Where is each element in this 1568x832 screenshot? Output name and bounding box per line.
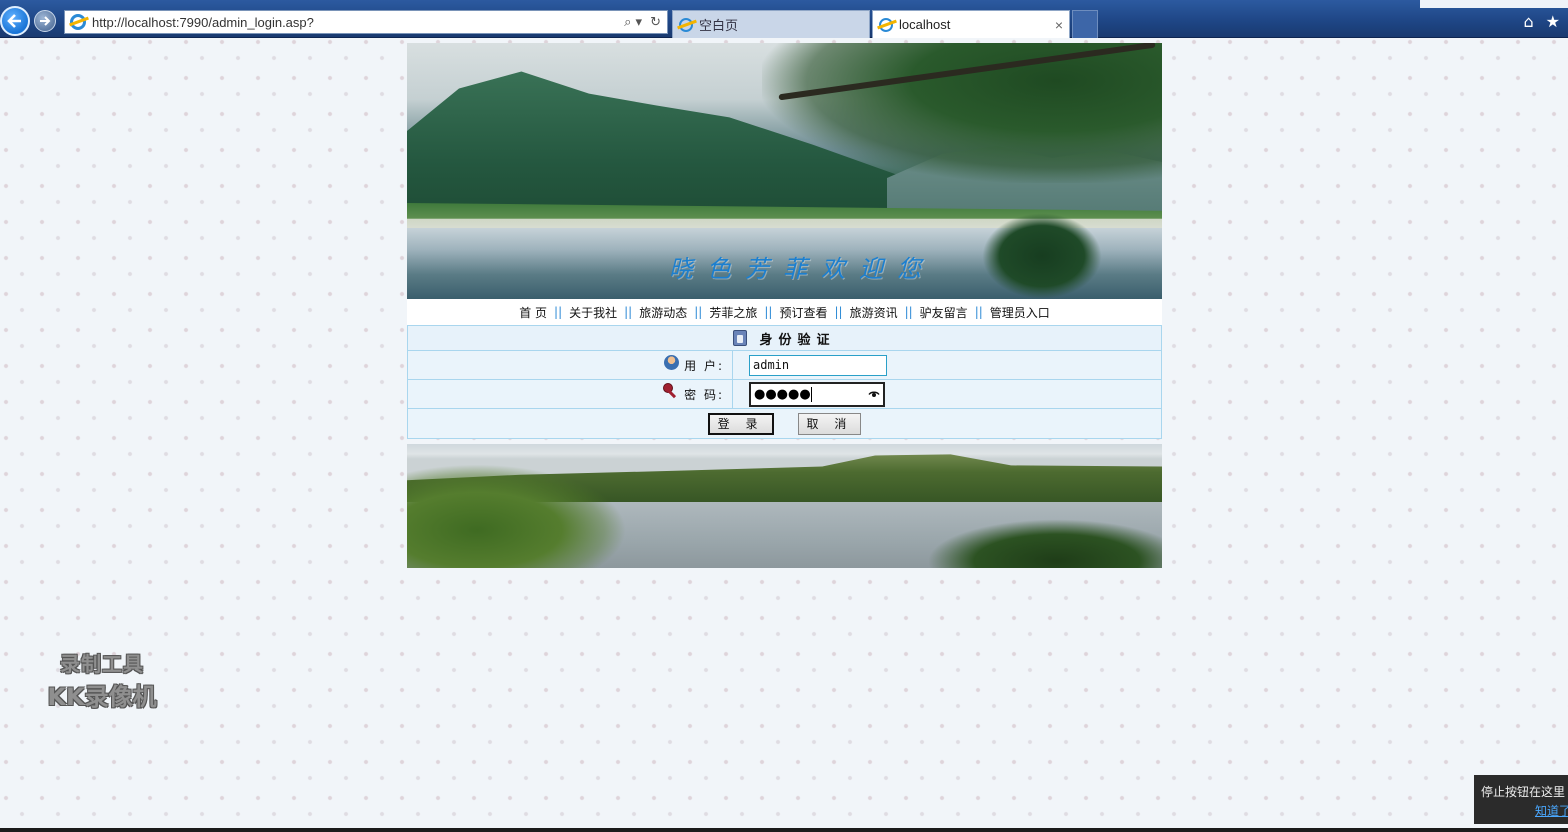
login-title-row: 身份验证: [408, 326, 1161, 350]
nav-guestbook[interactable]: 驴友留言: [916, 304, 972, 321]
tab-label: localhost: [899, 17, 951, 32]
nav-travel-news[interactable]: 旅游动态: [635, 304, 691, 321]
password-row: 密 码: ●●●●●: [408, 379, 1161, 408]
ie-page-icon: [70, 14, 86, 30]
cancel-button[interactable]: 取 消: [797, 412, 862, 435]
refresh-icon[interactable]: ↻: [650, 15, 661, 30]
nav-separator: ||: [904, 305, 913, 319]
home-icon[interactable]: ⌂: [1524, 12, 1534, 31]
notification-chip: [1420, 0, 1568, 8]
username-label: 用 户:: [684, 358, 724, 373]
password-label: 密 码:: [684, 387, 724, 402]
user-icon: [664, 354, 680, 370]
key-icon: [663, 383, 679, 399]
button-row: 登 录 取 消: [408, 408, 1161, 438]
tab-localhost[interactable]: localhost ×: [872, 10, 1070, 38]
nav-about[interactable]: 关于我社: [565, 304, 621, 321]
nav-booking-view[interactable]: 预订查看: [775, 304, 831, 321]
arrow-right-icon: [40, 16, 51, 26]
watermark-line-1: 录制工具: [60, 652, 144, 676]
nav-separator: ||: [834, 305, 843, 319]
ie-tab-icon: [679, 17, 693, 32]
nav-separator: ||: [764, 305, 773, 319]
text-caret: [810, 386, 812, 402]
nav-admin-entry[interactable]: 管理员入口: [986, 304, 1054, 321]
tab-blank-page[interactable]: 空白页: [672, 10, 870, 38]
back-button[interactable]: [0, 6, 30, 36]
page-container: 晓色芳菲欢迎您 首 页 || 关于我社 || 旅游动态 || 芳菲之旅 || 预…: [407, 43, 1162, 568]
new-tab-button[interactable]: [1072, 10, 1098, 38]
browser-toolbar: http://localhost:7990/admin_login.asp? ⌕…: [0, 0, 1568, 38]
nav-separator: ||: [694, 305, 703, 319]
welcome-text: 晓色芳菲欢迎您: [669, 255, 935, 283]
nav-fangfei-tour[interactable]: 芳菲之旅: [705, 304, 761, 321]
login-form: 身份验证 用 户: 密 码: ●●●●●: [407, 325, 1162, 439]
recorder-watermark: 录制工具 KK录像机: [34, 648, 170, 712]
password-dots: ●●●●●: [754, 386, 811, 402]
tooltip-dismiss-link[interactable]: 知道了: [1535, 802, 1568, 819]
close-tab-icon[interactable]: ×: [1049, 17, 1069, 33]
watermark-line-2: KK录像机: [47, 683, 157, 711]
nav-separator: ||: [974, 305, 983, 319]
login-title: 身份验证: [759, 332, 836, 348]
tab-label: 空白页: [699, 18, 739, 33]
nav-home[interactable]: 首 页: [515, 304, 551, 321]
nav-separator: ||: [624, 305, 633, 319]
search-icon[interactable]: ⌕ ▾: [624, 15, 642, 30]
arrow-left-icon: [7, 14, 21, 28]
ie-tab-icon: [879, 17, 893, 32]
tooltip-text: 停止按钮在这里: [1481, 785, 1566, 799]
address-bar[interactable]: http://localhost:7990/admin_login.asp? ⌕…: [64, 10, 668, 34]
favorites-star-icon[interactable]: ★: [1546, 12, 1560, 31]
forward-button[interactable]: [34, 10, 56, 32]
reveal-password-eye-icon[interactable]: [868, 388, 880, 401]
taskbar-edge: [0, 828, 1568, 832]
address-url[interactable]: http://localhost:7990/admin_login.asp?: [92, 15, 624, 30]
nav-travel-info[interactable]: 旅游资讯: [846, 304, 902, 321]
main-nav: 首 页 || 关于我社 || 旅游动态 || 芳菲之旅 || 预订查看 || 旅…: [407, 299, 1162, 325]
lock-icon: [733, 330, 748, 346]
password-input[interactable]: ●●●●●: [749, 381, 885, 407]
username-input[interactable]: [749, 354, 887, 376]
bottom-banner-image: [407, 444, 1162, 568]
username-row: 用 户:: [408, 350, 1161, 379]
login-button[interactable]: 登 录: [707, 412, 774, 435]
top-banner-image: 晓色芳菲欢迎您: [407, 43, 1162, 299]
nav-separator: ||: [554, 305, 563, 319]
recorder-tooltip: 停止按钮在这里 知道了: [1474, 775, 1568, 824]
